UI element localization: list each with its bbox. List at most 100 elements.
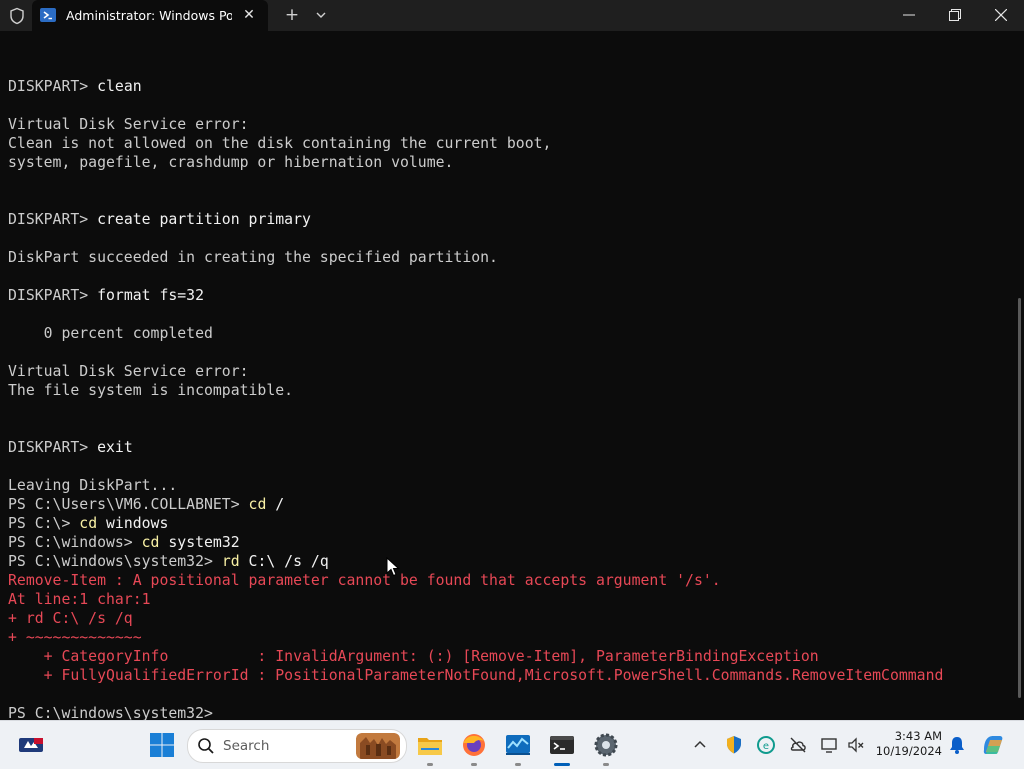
prompt: DISKPART> (8, 78, 98, 95)
terminal-line: + FullyQualifiedErrorId : PositionalPara… (8, 666, 1008, 685)
search-box[interactable]: Search (187, 729, 407, 763)
terminal-output[interactable]: DISKPART> clean Virtual Disk Service erro… (8, 58, 1008, 722)
tab-close-button[interactable]: ✕ (240, 6, 258, 24)
terminal-line: PS C:\windows\system32> rd C:\ /s /q (8, 552, 1008, 571)
line-text: Clean is not allowed on the disk contain… (8, 135, 552, 152)
terminal-line: PS C:\Users\VM6.COLLABNET> cd / (8, 495, 1008, 514)
line-text: + rd C:\ /s /q (8, 610, 133, 627)
terminal-icon[interactable] (548, 731, 576, 759)
close-button[interactable] (978, 0, 1024, 31)
clock[interactable]: 3:43 AM 10/19/2024 (872, 729, 942, 759)
search-highlight-image (356, 733, 400, 759)
line-text: clean (97, 78, 142, 95)
restore-icon (949, 9, 961, 21)
terminal-line: PS C:\> cd windows (8, 514, 1008, 533)
terminal-line: Clean is not allowed on the disk contain… (8, 134, 1008, 153)
new-tab-button[interactable]: + (283, 6, 301, 24)
edge-icon[interactable]: e (756, 735, 776, 755)
scrollbar[interactable] (1018, 298, 1021, 698)
line-text: C:\ /s /q (239, 553, 329, 570)
line-text: create partition primary (97, 211, 311, 228)
mouse-cursor-icon (386, 557, 400, 577)
close-icon (995, 9, 1007, 21)
terminal-line: + rd C:\ /s /q (8, 609, 1008, 628)
terminal-line: PS C:\windows> cd system32 (8, 533, 1008, 552)
line-text: / (266, 496, 285, 513)
minimize-icon (903, 14, 915, 16)
terminal-line: Virtual Disk Service error: (8, 115, 1008, 134)
line-text: exit (97, 439, 133, 456)
prompt: PS C:\Users\VM6.COLLABNET> (8, 496, 249, 513)
line-text: The file system is incompatible. (8, 382, 294, 399)
svg-text:e: e (763, 741, 769, 752)
security-shield-icon[interactable] (724, 735, 744, 755)
settings-icon[interactable] (592, 731, 620, 759)
terminal-line: DISKPART> create partition primary (8, 210, 1008, 229)
terminal-line: DISKPART> format fs=32 (8, 286, 1008, 305)
terminal-line: Remove-Item : A positional parameter can… (8, 571, 1008, 590)
chevron-up-icon[interactable] (692, 737, 708, 753)
terminal-line: DISKPART> clean (8, 77, 1008, 96)
line-text: Remove-Item : A positional parameter can… (8, 572, 721, 589)
line-text: Virtual Disk Service error: (8, 116, 249, 133)
line-text: format fs=32 (97, 287, 204, 304)
line-text: system32 (159, 534, 240, 551)
shield-icon[interactable] (8, 7, 26, 25)
minimize-button[interactable] (886, 0, 932, 31)
chevron-down-icon[interactable] (312, 6, 330, 24)
clock-time: 3:43 AM (894, 729, 942, 743)
terminal-line: system, pagefile, crashdump or hibernati… (8, 153, 1008, 172)
volume-muted-icon[interactable] (846, 735, 866, 755)
command-name: cd (141, 534, 160, 551)
app-running-indicator (471, 763, 477, 766)
app-running-indicator (515, 763, 521, 766)
terminal-line: At line:1 char:1 (8, 590, 1008, 609)
widgets-icon[interactable] (18, 734, 44, 756)
line-text: DiskPart succeeded in creating the speci… (8, 249, 498, 266)
tab-title: Administrator: Windows PowerShell (66, 8, 232, 23)
terminal-line: The file system is incompatible. (8, 381, 1008, 400)
line-text: + FullyQualifiedErrorId : PositionalPara… (8, 667, 944, 684)
command-name: cd (248, 496, 267, 513)
app-running-indicator (603, 763, 609, 766)
line-text: system, pagefile, crashdump or hibernati… (8, 154, 454, 171)
file-explorer-icon[interactable] (416, 731, 444, 759)
restore-button[interactable] (932, 0, 978, 31)
app-active-indicator (554, 763, 570, 766)
line-text: + ~~~~~~~~~~~~~ (8, 629, 142, 646)
notification-bell-icon[interactable] (948, 735, 966, 755)
terminal-line: + ~~~~~~~~~~~~~ (8, 628, 1008, 647)
line-text: + CategoryInfo : InvalidArgument: (:) [R… (8, 648, 819, 665)
windows-start-icon[interactable] (148, 731, 176, 759)
copilot-icon[interactable] (980, 732, 1006, 758)
resource-monitor-icon[interactable] (504, 731, 532, 759)
prompt: DISKPART> (8, 439, 98, 456)
title-bar: Administrator: Windows PowerShell ✕ + (0, 0, 1024, 31)
prompt: PS C:\windows\system32> (8, 553, 222, 570)
terminal-line: 0 percent completed (8, 324, 1008, 343)
prompt: DISKPART> (8, 287, 98, 304)
search-placeholder: Search (223, 738, 270, 754)
prompt: PS C:\windows> (8, 534, 142, 551)
line-text: windows (97, 515, 169, 532)
line-text: Leaving DiskPart... (8, 477, 178, 494)
network-icon[interactable] (820, 735, 840, 755)
tab-powershell[interactable]: Administrator: Windows PowerShell ✕ (32, 0, 268, 31)
prompt: DISKPART> (8, 211, 98, 228)
app-running-indicator (427, 763, 433, 766)
line-text: 0 percent completed (8, 325, 213, 342)
terminal-line: Virtual Disk Service error: (8, 362, 1008, 381)
firefox-icon[interactable] (460, 731, 488, 759)
command-name: rd (221, 553, 240, 570)
cloud-offline-icon[interactable] (788, 735, 808, 755)
